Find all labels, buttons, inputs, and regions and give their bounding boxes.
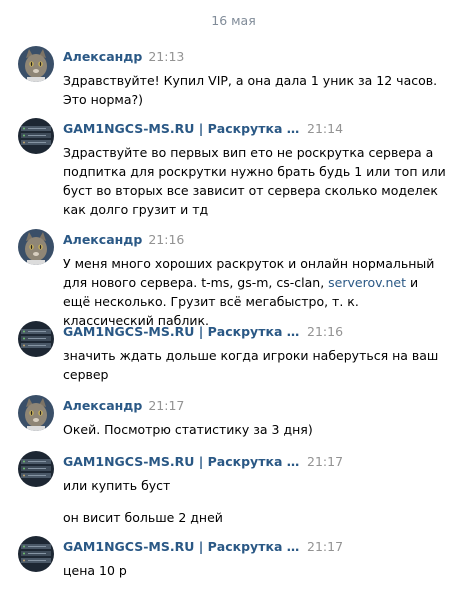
message-author-link[interactable]: GAM1NGCS-MS.RU | Раскрутка сервер... [63, 121, 301, 136]
server-community-avatar[interactable] [18, 451, 54, 487]
message-author-link[interactable]: GAM1NGCS-MS.RU | Раскрутка сервер... [63, 454, 301, 469]
message-paragraph: он висит больше 2 дней [63, 510, 223, 525]
message-text: Здраствуйте во первых вип ето не роскрут… [63, 143, 448, 219]
date-separator: 16 мая [211, 13, 256, 28]
message-text: Окей. Посмотрю статистику за 3 дня) [63, 420, 448, 439]
message-author-link[interactable]: Александр [63, 49, 142, 64]
cat-avatar[interactable] [18, 229, 54, 265]
message-paragraph: значить ждать дольше когда игроки наберу… [63, 348, 439, 382]
server-community-avatar[interactable] [18, 321, 54, 357]
message-timestamp[interactable]: 21:16 [148, 232, 184, 247]
message-author-link[interactable]: GAM1NGCS-MS.RU | Раскрутка сервер... [63, 539, 301, 554]
cat-avatar[interactable] [18, 395, 54, 431]
serverov-net-link[interactable]: serverov.net [328, 275, 406, 290]
message-author-link[interactable]: Александр [63, 398, 142, 413]
message-timestamp[interactable]: 21:14 [307, 121, 343, 136]
message-author-link[interactable]: GAM1NGCS-MS.RU | Раскрутка сервер... [63, 324, 301, 339]
message-paragraph: Окей. Посмотрю статистику за 3 дня) [63, 422, 313, 437]
server-community-avatar[interactable] [18, 118, 54, 154]
message-timestamp[interactable]: 21:17 [307, 454, 343, 469]
message-timestamp[interactable]: 21:17 [148, 398, 184, 413]
server-community-avatar[interactable] [18, 536, 54, 572]
message-text: значить ждать дольше когда игроки наберу… [63, 346, 448, 384]
message-timestamp[interactable]: 21:13 [148, 49, 184, 64]
message-timestamp[interactable]: 21:16 [307, 324, 343, 339]
message-paragraph: У меня много хороших раскруток и онлайн … [63, 254, 448, 330]
message-text: цена 10 р [63, 561, 448, 580]
message-author-link[interactable]: Александр [63, 232, 142, 247]
message-paragraph: Здраствуйте во первых вип ето не роскрут… [63, 145, 446, 217]
message-paragraph: или купить буст [63, 478, 171, 493]
cat-avatar[interactable] [18, 46, 54, 82]
message-text: У меня много хороших раскруток и онлайн … [63, 254, 448, 330]
message-timestamp[interactable]: 21:17 [307, 539, 343, 554]
message-text: Здравствуйте! Купил VIP, а она дала 1 ун… [63, 71, 448, 109]
message-paragraph: Здравствуйте! Купил VIP, а она дала 1 ун… [63, 73, 438, 107]
message-paragraph: цена 10 р [63, 563, 127, 578]
message-text: или купить буст он висит больше 2 дней [63, 476, 448, 527]
